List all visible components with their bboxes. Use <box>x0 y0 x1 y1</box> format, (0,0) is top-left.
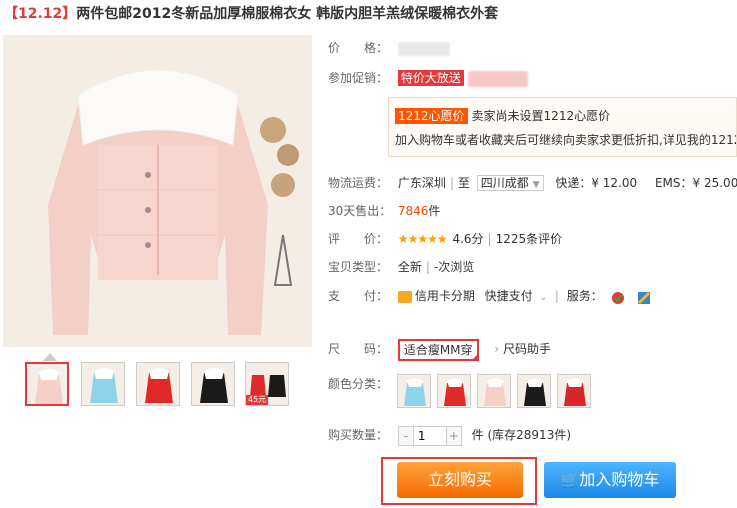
color-swatch-red-2[interactable] <box>557 374 591 408</box>
price-value-blurred <box>397 41 450 56</box>
price-label: 价 格： <box>328 41 389 55</box>
quick-pay[interactable]: 快捷支付 <box>485 289 533 303</box>
service-badge-icon[interactable] <box>637 291 651 304</box>
add-to-cart-label: 加入购物车 <box>579 470 660 489</box>
sold-row: 30天售出： 7846件 <box>328 201 440 221</box>
product-title: 【12.12】两件包邮2012冬新品加厚棉服棉衣女 韩版内胆羊羔绒保暖棉衣外套 <box>4 3 734 23</box>
rating-separator: | <box>487 232 492 246</box>
size-option-selected[interactable]: 适合瘦MM穿 <box>397 338 479 361</box>
color-label: 颜色分类： <box>328 377 389 391</box>
quantity-input[interactable] <box>412 426 447 445</box>
quantity-plus-button[interactable]: + <box>446 426 461 445</box>
thumbnail-strip: 45元 <box>25 362 315 408</box>
quantity-row: 购买数量： - + 件 (库存28913件) <box>328 424 571 446</box>
promo-price-blurred <box>467 70 528 87</box>
promo-row: 参加促销： 特价大放送 <box>328 68 528 88</box>
payment-label: 支 付： <box>328 289 389 303</box>
quantity-stepper: - + <box>397 425 462 446</box>
chevron-down-icon[interactable]: ⌄ <box>540 293 548 303</box>
color-swatch-black[interactable] <box>517 374 551 408</box>
buy-now-button[interactable]: 立刻购买 <box>397 462 523 498</box>
color-swatch-blue[interactable] <box>397 374 431 408</box>
pay-separator: | <box>554 289 559 303</box>
size-row: 尺 码： 适合瘦MM穿 › 尺码助手 <box>328 337 551 361</box>
sold-count: 7846 <box>397 204 429 218</box>
color-swatch-pink[interactable] <box>477 374 511 408</box>
service-guarantee-icon[interactable] <box>611 291 625 304</box>
credit-card-icon <box>397 290 412 303</box>
item-type-label: 宝贝类型： <box>328 260 389 274</box>
ship-from[interactable]: 广东深圳 <box>398 176 446 190</box>
thumbnail-price-badge: 45元 <box>246 395 269 405</box>
view-count: -次浏览 <box>433 260 475 274</box>
rating-row: 评 价： ★★★★★ 4.6分 | 1225条评价 <box>328 229 562 249</box>
ship-to: 四川成都 <box>480 176 529 190</box>
credit-installment-link[interactable]: 信用卡分期 <box>415 289 475 303</box>
quantity-label: 购买数量： <box>328 428 389 442</box>
wish-line2: 加入购物车或者收藏夹后可继续向卖家求更低折扣,详见我的1212 <box>395 133 737 147</box>
wish-price-badge: 1212心愿价 <box>395 108 468 124</box>
item-type-row: 宝贝类型： 全新 | -次浏览 <box>328 257 474 277</box>
thumbnail-blue[interactable] <box>81 362 125 406</box>
size-helper-label: 尺码助手 <box>503 342 552 356</box>
sold-label: 30天售出： <box>328 204 392 218</box>
cart-icon: 🛒 <box>560 471 580 489</box>
size-helper-link[interactable]: › 尺码助手 <box>494 342 551 356</box>
thumbnail-multi[interactable]: 45元 <box>245 362 289 406</box>
rating-label: 评 价： <box>328 232 389 246</box>
item-type-value: 全新 <box>397 260 422 274</box>
title-tag: 【12.12】 <box>4 6 77 22</box>
color-row: 颜色分类： <box>328 374 394 394</box>
size-label: 尺 码： <box>328 342 389 356</box>
thumbnail-red[interactable] <box>136 362 180 406</box>
service-label: 服务： <box>566 289 603 303</box>
sold-unit: 件 <box>428 204 441 218</box>
price-row: 价 格： <box>328 38 450 58</box>
thumb-indicator <box>43 353 57 361</box>
main-product-image <box>3 35 312 347</box>
quantity-minus-button[interactable]: - <box>398 426 413 445</box>
add-to-cart-button[interactable]: 🛒加入购物车 <box>544 462 676 498</box>
thumbnail-black[interactable] <box>191 362 235 406</box>
color-swatch-red[interactable] <box>437 374 471 408</box>
express-fee: 快递：¥ 12.00 <box>555 176 638 190</box>
chevron-down-icon: ▼ <box>532 180 540 190</box>
chevron-right-icon: › <box>494 342 500 356</box>
ship-to-prefix: 至 <box>457 176 470 190</box>
item-type-separator: | <box>425 260 430 274</box>
promo-tag: 特价大放送 <box>397 70 464 86</box>
title-text: 两件包邮2012冬新品加厚棉服棉衣女 韩版内胆羊羔绒保暖棉衣外套 <box>76 6 499 22</box>
shipping-row: 物流运费： 广东深圳 | 至 四川成都 ▼ 快递：¥ 12.00 EMS：¥ 25.… <box>328 173 737 193</box>
wish-price-box: 1212心愿价 卖家尚未设置1212心愿价 加入购物车或者收藏夹后可继续向卖家求更… <box>388 97 737 157</box>
ship-to-select[interactable]: 四川成都 ▼ <box>476 175 544 191</box>
shipping-label: 物流运费： <box>328 176 389 190</box>
thumbnail-pink[interactable] <box>25 362 69 406</box>
ems-fee: EMS：¥ 25.00 <box>654 176 737 190</box>
stock-info: 件 (库存28913件) <box>471 428 572 442</box>
review-count-link[interactable]: 1225条评价 <box>496 232 563 246</box>
rating-score: 4.6分 <box>452 232 484 246</box>
ship-separator: | <box>449 176 454 190</box>
wish-line1: 卖家尚未设置1212心愿价 <box>471 109 611 123</box>
promo-label: 参加促销： <box>328 71 389 85</box>
star-rating-icon: ★★★★★ <box>397 232 448 246</box>
payment-row: 支 付： 信用卡分期 快捷支付 ⌄ | 服务： <box>328 286 654 306</box>
